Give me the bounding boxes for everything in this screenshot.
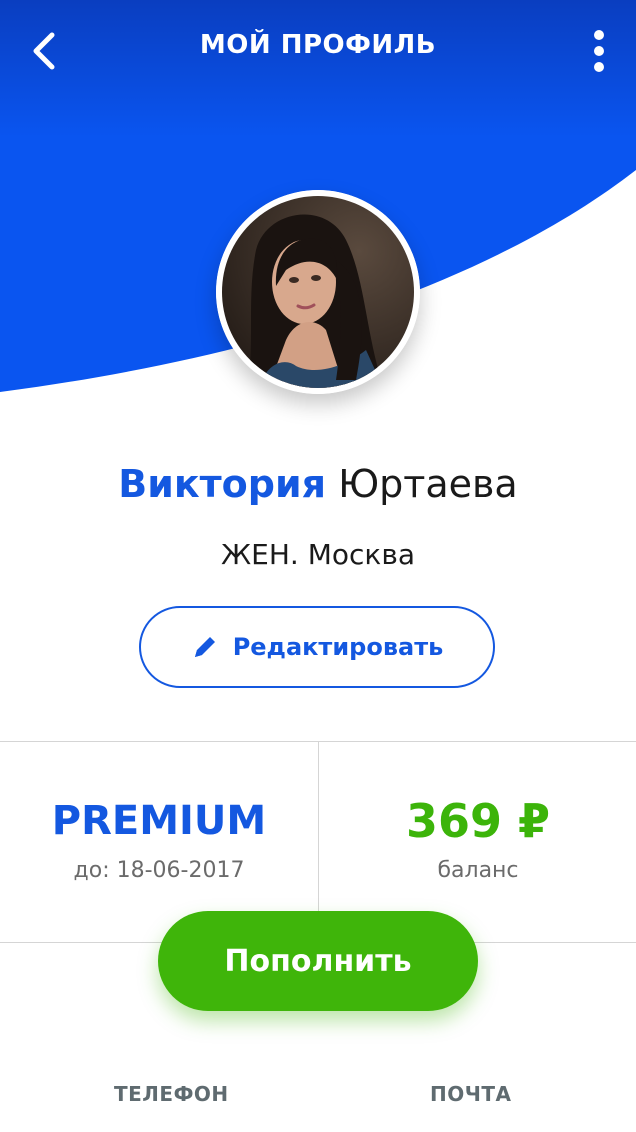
- topup-button[interactable]: Пополнить: [158, 911, 478, 1011]
- tab-phone[interactable]: ТЕЛЕФОН: [114, 1082, 229, 1106]
- more-vertical-icon: [594, 30, 604, 40]
- last-name: Юртаева: [338, 462, 518, 506]
- tab-mail[interactable]: ПОЧТА: [430, 1082, 512, 1106]
- edit-profile-label: Редактировать: [232, 633, 444, 661]
- page-title: МОЙ ПРОФИЛЬ: [199, 30, 437, 60]
- top-bar: МОЙ ПРОФИЛЬ: [0, 0, 636, 100]
- balance-caption: баланс: [437, 858, 519, 883]
- plan-value: PREMIUM: [51, 798, 267, 844]
- balance-value: 369 ₽: [405, 794, 551, 848]
- avatar[interactable]: [216, 190, 420, 394]
- more-menu-button[interactable]: [582, 26, 616, 76]
- first-name: Виктория: [118, 462, 326, 506]
- user-info: ЖЕН. Москва: [221, 538, 415, 571]
- edit-profile-button[interactable]: Редактировать: [139, 606, 495, 688]
- pencil-icon: [194, 637, 215, 657]
- profile-screen: МОЙ ПРОФИЛЬ Виктория Юртаева ЖЕН. Москва…: [0, 0, 636, 1132]
- plan-caption: до: 18-06-2017: [73, 858, 245, 883]
- avatar-photo: [216, 190, 420, 394]
- user-name: Виктория Юртаева: [0, 462, 636, 506]
